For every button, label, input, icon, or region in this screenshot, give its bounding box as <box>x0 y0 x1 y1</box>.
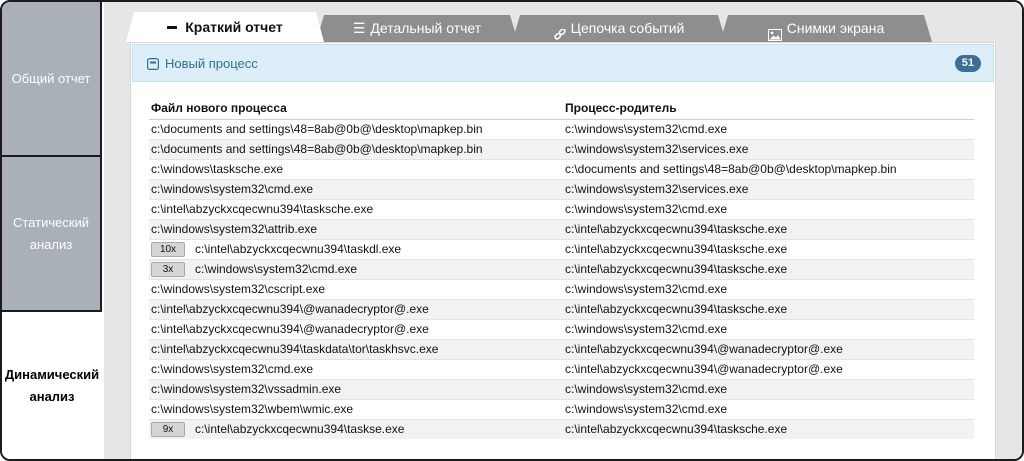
column-header-parent: Процесс-родитель <box>563 98 974 120</box>
cell-parent-process: c:\intel\abzyckxcqecwnu394\@wanadecrypto… <box>563 339 974 360</box>
table-row[interactable]: c:\documents and settings\48=8ab@0b@\des… <box>149 139 974 160</box>
tab-event-chain[interactable]: Цепочка событий <box>512 15 726 42</box>
cell-new-file: 9x c:\intel\abzyckxcqecwnu394\taskse.exe <box>149 419 563 439</box>
count-badge: 51 <box>954 55 981 72</box>
tab-label: Цепочка событий <box>570 20 685 36</box>
process-window-icon <box>147 57 160 71</box>
table-row[interactable]: c:\windows\system32\cmd.exe c:\windows\sy… <box>149 179 974 200</box>
repeat-count-badge: 9x <box>151 422 185 438</box>
tab-label: Снимки экрана <box>786 20 885 36</box>
cell-new-file: 3x c:\windows\system32\cmd.exe <box>149 259 563 280</box>
panel-title: Новый процесс <box>165 55 258 71</box>
tab-detailed-report[interactable]: ☰ Детальный отчет <box>316 15 518 42</box>
file-path: c:\intel\abzyckxcqecwnu394\tasksche.exe <box>151 202 374 216</box>
file-path: c:\documents and settings\48=8ab@0b@\des… <box>151 142 483 156</box>
cell-parent-process: c:\windows\system32\cmd.exe <box>563 279 974 300</box>
table-row[interactable]: 9x c:\intel\abzyckxcqecwnu394\taskse.exe c… <box>149 419 974 439</box>
sidebar-item-label: Динамический анализ <box>4 366 100 404</box>
cell-parent-process: c:\windows\system32\cmd.exe <box>563 399 974 420</box>
cell-parent-process: c:\intel\abzyckxcqecwnu394\@wanadecrypto… <box>563 359 974 380</box>
table-row[interactable]: c:\intel\abzyckxcqecwnu394\@wanadecrypto… <box>149 319 974 340</box>
cell-new-file: c:\windows\system32\cscript.exe <box>149 279 563 300</box>
main-content: Краткий отчет ☰ Детальный отчет Цепочка … <box>104 2 1022 459</box>
sidebar-item-label: Общий отчет <box>11 70 91 86</box>
app-frame: Общий отчет Статический анализ Динамичес… <box>0 0 1024 461</box>
cell-parent-process: c:\intel\abzyckxcqecwnu394\tasksche.exe <box>563 259 974 280</box>
cell-parent-process: c:\windows\system32\services.exe <box>563 179 974 200</box>
table-row[interactable]: c:\intel\abzyckxcqecwnu394\tasksche.exe c… <box>149 199 974 220</box>
list-icon: ☰ <box>352 20 366 36</box>
file-path: c:\intel\abzyckxcqecwnu394\@wanadecrypto… <box>151 322 429 336</box>
file-path: c:\intel\abzyckxcqecwnu394\taskdl.exe <box>195 242 402 256</box>
cell-new-file: c:\windows\system32\vssadmin.exe <box>149 379 563 400</box>
link-icon <box>554 23 566 35</box>
repeat-count-badge: 10x <box>151 242 185 258</box>
cell-new-file: c:\documents and settings\48=8ab@0b@\des… <box>149 119 563 140</box>
cell-parent-process: c:\intel\abzyckxcqecwnu394\tasksche.exe <box>563 419 974 439</box>
sidebar: Общий отчет Статический анализ Динамичес… <box>2 2 102 459</box>
tab-bar: Краткий отчет ☰ Детальный отчет Цепочка … <box>126 12 1024 42</box>
table-row[interactable]: c:\windows\tasksche.exe c:\documents and … <box>149 159 974 180</box>
cell-parent-process: c:\windows\system32\cmd.exe <box>563 379 974 400</box>
table-row[interactable]: c:\windows\system32\vssadmin.exe c:\windo… <box>149 379 974 400</box>
cell-new-file: c:\windows\tasksche.exe <box>149 159 563 180</box>
file-path: c:\intel\abzyckxcqecwnu394\taskse.exe <box>195 422 405 436</box>
minus-icon <box>167 26 177 29</box>
file-path: c:\intel\abzyckxcqecwnu394\@wanadecrypto… <box>151 302 429 316</box>
cell-new-file: c:\windows\system32\cmd.exe <box>149 359 563 380</box>
new-process-panel: Новый процесс 51 Файл нового процесса Пр… <box>130 42 996 459</box>
table-row[interactable]: 3x c:\windows\system32\cmd.exe c:\intel\ab… <box>149 259 974 280</box>
table-row[interactable]: c:\windows\system32\attrib.exe c:\intel\a… <box>149 219 974 240</box>
image-icon <box>768 23 782 35</box>
table-header-row: Файл нового процесса Процесс-родитель <box>149 98 974 120</box>
sidebar-item-dynamic-analysis[interactable]: Динамический анализ <box>2 312 102 459</box>
tab-summary-report[interactable]: Краткий отчет <box>126 12 324 42</box>
table-row[interactable]: 10x c:\intel\abzyckxcqecwnu394\taskdl.exe… <box>149 239 974 260</box>
table-row[interactable]: c:\windows\system32\cscript.exe c:\window… <box>149 279 974 300</box>
table-row[interactable]: c:\intel\abzyckxcqecwnu394\@wanadecrypto… <box>149 299 974 320</box>
cell-new-file: c:\intel\abzyckxcqecwnu394\taskdata\tor\… <box>149 339 563 360</box>
file-path: c:\documents and settings\48=8ab@0b@\des… <box>151 122 483 136</box>
file-path: c:\windows\system32\wbem\wmic.exe <box>151 402 354 416</box>
table-body: c:\documents and settings\48=8ab@0b@\des… <box>149 119 974 439</box>
cell-new-file: 10x c:\intel\abzyckxcqecwnu394\taskdl.exe <box>149 239 563 260</box>
cell-new-file: c:\windows\system32\attrib.exe <box>149 219 563 240</box>
table-row[interactable]: c:\documents and settings\48=8ab@0b@\des… <box>149 119 974 140</box>
cell-new-file: c:\documents and settings\48=8ab@0b@\des… <box>149 139 563 160</box>
column-header-new-file: Файл нового процесса <box>149 98 563 120</box>
file-path: c:\windows\system32\cmd.exe <box>151 362 314 376</box>
cell-parent-process: c:\intel\abzyckxcqecwnu394\tasksche.exe <box>563 239 974 260</box>
sidebar-item-label: Статический анализ <box>12 214 90 252</box>
table-row[interactable]: c:\intel\abzyckxcqecwnu394\taskdata\tor\… <box>149 339 974 360</box>
cell-parent-process: c:\intel\abzyckxcqecwnu394\tasksche.exe <box>563 299 974 320</box>
tab-label: Детальный отчет <box>370 20 482 36</box>
process-table: Файл нового процесса Процесс-родитель c:… <box>149 98 974 439</box>
tab-screenshots[interactable]: Снимки экрана <box>720 15 932 42</box>
panel-header[interactable]: Новый процесс 51 <box>132 44 994 82</box>
file-path: c:\windows\system32\vssadmin.exe <box>151 382 342 396</box>
file-path: c:\intel\abzyckxcqecwnu394\taskdata\tor\… <box>151 342 439 356</box>
cell-parent-process: c:\windows\system32\cmd.exe <box>563 199 974 220</box>
cell-parent-process: c:\windows\system32\cmd.exe <box>563 319 974 340</box>
file-path: c:\windows\system32\attrib.exe <box>151 222 318 236</box>
cell-new-file: c:\windows\system32\cmd.exe <box>149 179 563 200</box>
tab-label: Краткий отчет <box>185 18 283 35</box>
cell-parent-process: c:\windows\system32\services.exe <box>563 139 974 160</box>
cell-parent-process: c:\intel\abzyckxcqecwnu394\tasksche.exe <box>563 219 974 240</box>
cell-new-file: c:\intel\abzyckxcqecwnu394\tasksche.exe <box>149 199 563 220</box>
cell-parent-process: c:\windows\system32\cmd.exe <box>563 119 974 140</box>
repeat-count-badge: 3x <box>151 262 185 278</box>
file-path: c:\windows\system32\cmd.exe <box>195 262 358 276</box>
sidebar-item-general-report[interactable]: Общий отчет <box>2 2 102 157</box>
cell-new-file: c:\windows\system32\wbem\wmic.exe <box>149 399 563 420</box>
file-path: c:\windows\system32\cmd.exe <box>151 182 314 196</box>
table-row[interactable]: c:\windows\system32\cmd.exe c:\intel\abzy… <box>149 359 974 380</box>
file-path: c:\windows\tasksche.exe <box>151 162 284 176</box>
cell-parent-process: c:\documents and settings\48=8ab@0b@\des… <box>563 159 974 180</box>
file-path: c:\windows\system32\cscript.exe <box>151 282 326 296</box>
table-row[interactable]: c:\windows\system32\wbem\wmic.exe c:\wind… <box>149 399 974 420</box>
sidebar-item-static-analysis[interactable]: Статический анализ <box>2 157 102 312</box>
cell-new-file: c:\intel\abzyckxcqecwnu394\@wanadecrypto… <box>149 299 563 320</box>
cell-new-file: c:\intel\abzyckxcqecwnu394\@wanadecrypto… <box>149 319 563 340</box>
